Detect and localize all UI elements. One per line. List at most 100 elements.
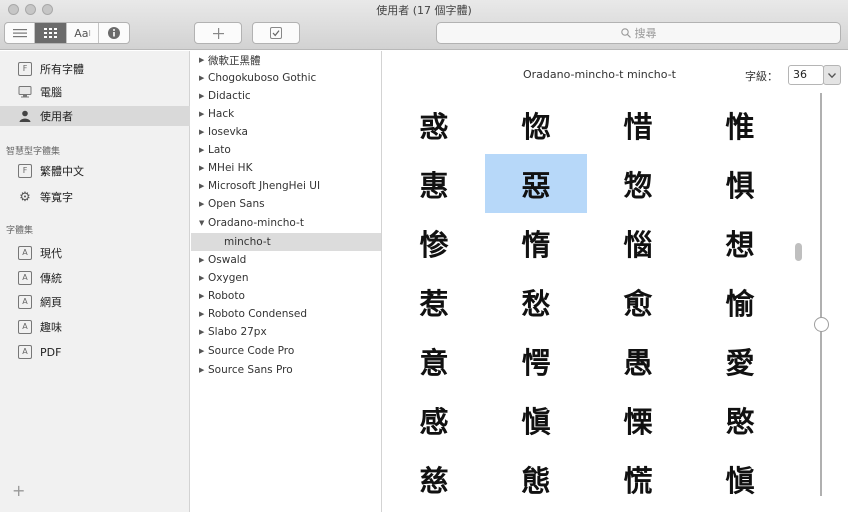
list-item[interactable]: ▶ Source Sans Pro xyxy=(191,361,381,379)
grid-view-button[interactable] xyxy=(35,23,67,43)
sidebar: F 所有字體 電腦 使用者 智慧型字體集 F 繁體中文 ⚙ 等寬字 字體集 A … xyxy=(0,51,190,512)
glyph-cell[interactable]: 惧 xyxy=(689,154,791,213)
disclosure-right-icon[interactable]: ▶ xyxy=(199,128,208,136)
disclosure-right-icon[interactable]: ▶ xyxy=(199,56,208,64)
list-view-button[interactable] xyxy=(5,23,35,43)
sidebar-item-web[interactable]: A 網頁 xyxy=(0,292,190,312)
list-item[interactable]: ▶ Didactic xyxy=(191,87,381,105)
list-item[interactable]: ▶ Hack xyxy=(191,105,381,123)
glyph-cell[interactable]: 慌 xyxy=(587,449,689,508)
list-item[interactable]: ▶ Microsoft JhengHei UI xyxy=(191,177,381,195)
glyph-cell[interactable]: 惹 xyxy=(383,272,485,331)
glyph-cell[interactable]: 愛 xyxy=(689,331,791,390)
disclosure-right-icon[interactable]: ▶ xyxy=(199,310,208,318)
disclosure-right-icon[interactable]: ▶ xyxy=(199,274,208,282)
disclosure-right-icon[interactable]: ▶ xyxy=(199,110,208,118)
disclosure-right-icon[interactable]: ▶ xyxy=(199,146,208,154)
disclosure-right-icon[interactable]: ▶ xyxy=(199,366,208,374)
list-item[interactable]: ▶ Open Sans xyxy=(191,195,381,213)
list-item[interactable]: ▶ Oxygen xyxy=(191,269,381,287)
glyph-cell[interactable]: 愁 xyxy=(485,272,587,331)
scrollbar-thumb[interactable] xyxy=(795,243,802,261)
glyph-cell[interactable]: 態 xyxy=(485,449,587,508)
glyph-cell[interactable]: 惱 xyxy=(587,213,689,272)
font-family-name: Microsoft JhengHei UI xyxy=(208,180,321,192)
glyph-cell[interactable]: 惚 xyxy=(485,95,587,154)
preview-font-name: Oradano-mincho-t mincho-t xyxy=(523,68,676,81)
sidebar-item-pdf[interactable]: A PDF xyxy=(0,342,190,362)
disclosure-right-icon[interactable]: ▶ xyxy=(199,256,208,264)
list-item[interactable]: ▶ MHei HK xyxy=(191,159,381,177)
disclosure-right-icon[interactable]: ▶ xyxy=(199,164,208,172)
disclosure-down-icon[interactable]: ▼ xyxy=(199,219,208,227)
glyph-cell[interactable]: 想 xyxy=(689,213,791,272)
list-item[interactable]: ▶ Chogokuboso Gothic xyxy=(191,69,381,87)
sidebar-item-all-fonts[interactable]: F 所有字體 xyxy=(0,59,190,79)
list-item[interactable]: ▶ Oswald xyxy=(191,251,381,269)
disclosure-right-icon[interactable]: ▶ xyxy=(199,292,208,300)
glyph-cell[interactable]: 惠 xyxy=(383,154,485,213)
glyph-cell[interactable]: 惰 xyxy=(485,213,587,272)
glyph-cell[interactable]: 愼 xyxy=(689,449,791,508)
glyph-cell[interactable]: 慄 xyxy=(587,390,689,449)
sidebar-item-traditional[interactable]: A 傳統 xyxy=(0,268,190,288)
sidebar-item-traditional-chinese[interactable]: F 繁體中文 xyxy=(0,161,190,181)
glyph-cell[interactable]: 惣 xyxy=(587,154,689,213)
list-item[interactable]: ▶ Source Code Pro xyxy=(191,342,381,360)
list-item[interactable]: ▶ Iosevka xyxy=(191,123,381,141)
glyph-size-slider-knob[interactable] xyxy=(814,317,829,332)
glyph-cell[interactable]: 意 xyxy=(383,331,485,390)
sidebar-item-computer[interactable]: 電腦 xyxy=(0,82,190,102)
sidebar-item-label: 所有字體 xyxy=(40,63,84,76)
glyph-cell[interactable]: 愍 xyxy=(689,390,791,449)
list-item-typeface-selected[interactable]: mincho-t xyxy=(191,233,381,251)
sidebar-item-monospace[interactable]: ⚙ 等寬字 xyxy=(0,187,190,207)
disclosure-right-icon[interactable]: ▶ xyxy=(199,182,208,190)
enable-font-button[interactable] xyxy=(252,22,300,44)
font-family-name: MHei HK xyxy=(208,162,253,174)
font-size-dropdown-button[interactable] xyxy=(823,65,841,85)
glyph-cell-selected[interactable]: 惡 xyxy=(485,154,587,213)
sidebar-item-fun[interactable]: A 趣味 xyxy=(0,317,190,337)
add-font-button[interactable] xyxy=(194,22,242,44)
search-field[interactable]: 搜尋 xyxy=(436,22,841,44)
font-family-name: Lato xyxy=(208,144,231,156)
glyph-cell[interactable]: 感 xyxy=(383,390,485,449)
glyph-cell[interactable]: 愕 xyxy=(485,331,587,390)
grid-view-icon xyxy=(43,27,57,38)
sidebar-item-label: 等寬字 xyxy=(40,191,73,204)
sidebar-item-label: PDF xyxy=(40,345,62,359)
disclosure-right-icon[interactable]: ▶ xyxy=(199,92,208,100)
glyph-cell[interactable]: 愉 xyxy=(689,272,791,331)
vertical-scrollbar[interactable] xyxy=(795,95,803,512)
sidebar-item-label: 現代 xyxy=(40,247,62,260)
glyph-cell[interactable]: 愈 xyxy=(587,272,689,331)
list-item[interactable]: ▶ 微軟正黑體 xyxy=(191,51,381,69)
disclosure-right-icon[interactable]: ▶ xyxy=(199,74,208,82)
glyph-cell[interactable]: 惜 xyxy=(587,95,689,154)
info-view-button[interactable] xyxy=(99,23,129,43)
list-item-expanded[interactable]: ▼ Oradano-mincho-t xyxy=(191,214,381,232)
list-item[interactable]: ▶ Slabo 27px xyxy=(191,323,381,341)
glyph-cell[interactable]: 惟 xyxy=(689,95,791,154)
list-item[interactable]: ▶ Roboto xyxy=(191,287,381,305)
font-family-name: Oxygen xyxy=(208,272,249,284)
glyph-cell[interactable]: 愚 xyxy=(587,331,689,390)
glyph-size-slider-track[interactable] xyxy=(820,93,822,496)
glyph-cell[interactable]: 愼 xyxy=(485,390,587,449)
glyph-cell[interactable]: 慈 xyxy=(383,449,485,508)
list-item[interactable]: ▶ Lato xyxy=(191,141,381,159)
window-title: 使用者 (17 個字體) xyxy=(376,4,472,17)
add-collection-button[interactable]: + xyxy=(12,481,25,500)
font-collection-icon: F xyxy=(18,164,32,178)
glyph-cell[interactable]: 惑 xyxy=(383,95,485,154)
disclosure-right-icon[interactable]: ▶ xyxy=(199,328,208,336)
disclosure-right-icon[interactable]: ▶ xyxy=(199,200,208,208)
sample-view-button[interactable]: Aa I xyxy=(67,23,99,43)
disclosure-right-icon[interactable]: ▶ xyxy=(199,347,208,355)
list-item[interactable]: ▶ Roboto Condensed xyxy=(191,305,381,323)
sidebar-item-modern[interactable]: A 現代 xyxy=(0,243,190,263)
font-size-field[interactable]: 36 xyxy=(788,65,824,85)
glyph-cell[interactable]: 惨 xyxy=(383,213,485,272)
sidebar-item-user[interactable]: 使用者 xyxy=(0,106,190,126)
